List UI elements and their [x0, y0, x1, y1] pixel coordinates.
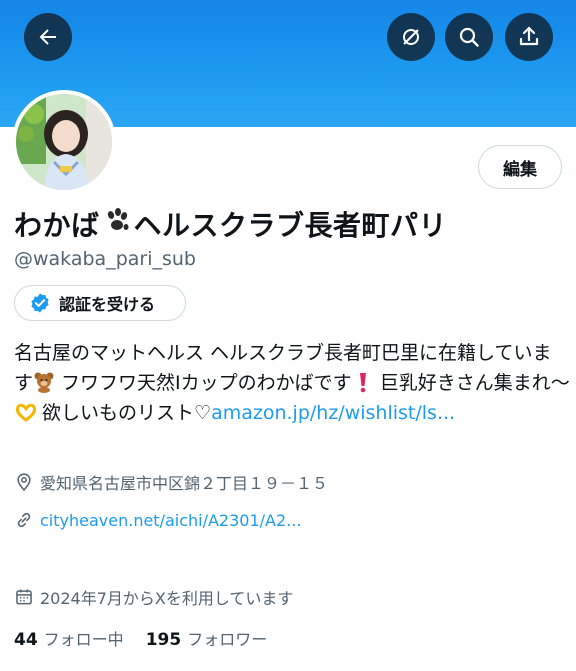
- website-row: cityheaven.net/aichi/A2301/A2...: [14, 510, 301, 530]
- calendar-icon: [16, 589, 32, 605]
- share-button[interactable]: [505, 13, 553, 61]
- avatar-photo: [16, 94, 112, 190]
- display-name-part1: わかば: [14, 209, 100, 242]
- follow-stats: 44 フォロー中 195 フォロワー: [14, 626, 267, 650]
- get-verified-label: 認証を受ける: [59, 295, 156, 314]
- user-handle: @wakaba_pari_sub: [14, 248, 196, 270]
- edit-profile-button[interactable]: 編集: [478, 145, 562, 189]
- followers-label: フォロワー: [187, 630, 268, 649]
- following-count: 44: [14, 630, 38, 650]
- get-verified-button[interactable]: 認証を受ける: [14, 285, 186, 321]
- following-link[interactable]: 44 フォロー中: [14, 626, 124, 650]
- bio-text: 欲しいものリスト♡: [36, 402, 212, 424]
- share-upload-icon: [519, 26, 539, 46]
- bio-text: 巨乳好きさん集まれ～: [373, 372, 570, 394]
- search-button[interactable]: [445, 13, 493, 61]
- link-icon: [17, 512, 31, 528]
- paw-emoji-icon: [102, 207, 132, 242]
- verified-badge-icon: [31, 293, 49, 313]
- joined-date-text: 2024年7月からXを利用しています: [40, 589, 294, 608]
- location-row: 愛知県名古屋市中区錦２丁目１９－１５: [14, 470, 328, 494]
- wishlist-link[interactable]: amazon.jp/hz/wishlist/ls...: [211, 402, 455, 424]
- profile-bio: 名古屋のマットヘルス ヘルスクラブ長者町巴里に在籍しています フワフワ天然Iカッ…: [14, 338, 570, 428]
- following-label: フォロー中: [43, 630, 124, 649]
- display-name-part2: ヘルスクラブ長者町パリ: [133, 209, 448, 242]
- display-name: わかば ヘルスクラブ長者町パリ: [14, 204, 447, 244]
- avatar[interactable]: [12, 90, 116, 194]
- website-link[interactable]: cityheaven.net/aichi/A2301/A2...: [40, 511, 301, 530]
- followers-link[interactable]: 195 フォロワー: [146, 626, 268, 650]
- arrow-left-icon: [39, 29, 56, 45]
- grok-button[interactable]: [387, 13, 435, 61]
- back-button[interactable]: [24, 13, 72, 61]
- search-icon: [459, 27, 479, 47]
- followers-count: 195: [145, 630, 182, 650]
- teddy-bear-emoji-icon: [33, 371, 55, 393]
- slash-circle-icon: [403, 29, 419, 45]
- exclamation-emoji-icon: [352, 371, 374, 393]
- bio-text: フワフワ天然Iカップのわかばです: [55, 372, 352, 394]
- heart-hands-emoji-icon: [14, 401, 37, 423]
- location-pin-icon: [17, 473, 31, 491]
- location-text: 愛知県名古屋市中区錦２丁目１９－１５: [40, 474, 329, 493]
- joined-row: 2024年7月からXを利用しています: [14, 585, 293, 609]
